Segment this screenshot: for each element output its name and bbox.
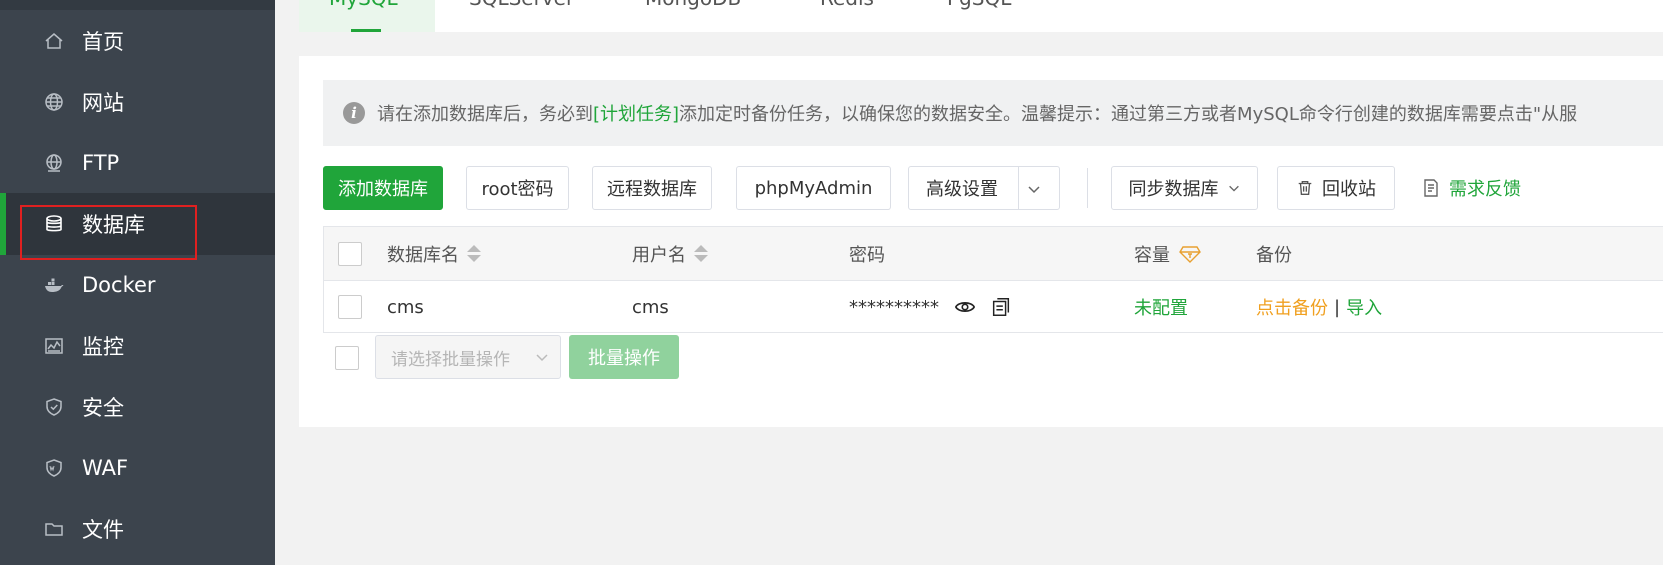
header-db-name-label: 数据库名	[387, 244, 459, 266]
sidebar-item-label: Docker	[82, 273, 156, 297]
sidebar-item-label: 文件	[82, 518, 124, 542]
chevron-down-icon[interactable]	[1026, 181, 1042, 197]
database-panel: i 请在添加数据库后，务必到[计划任务]添加定时备份任务，以确保您的数据安全。温…	[299, 56, 1663, 427]
sidebar-item-waf[interactable]: WAF	[0, 437, 275, 499]
info-icon: i	[343, 102, 365, 124]
monitor-icon	[43, 335, 65, 357]
sidebar-top-edge	[0, 0, 275, 10]
sidebar-item-label: WAF	[82, 456, 129, 480]
sync-database-label: 同步数据库	[1128, 179, 1219, 200]
header-capacity-label: 容量	[1134, 244, 1170, 266]
tab-pgsql[interactable]: PgSQL	[947, 0, 1011, 10]
sidebar: 首页 网站 FTP 数据库 Docker 监控 安全 WAF 文件	[0, 0, 275, 565]
info-alert: i 请在添加数据库后，务必到[计划任务]添加定时备份任务，以确保您的数据安全。温…	[323, 80, 1663, 146]
feedback-note-icon	[1424, 179, 1438, 197]
sidebar-item-label: 首页	[82, 30, 124, 54]
eye-icon[interactable]	[953, 295, 977, 319]
row-checkbox-cell	[338, 281, 362, 333]
header-backup: 备份	[1256, 244, 1292, 266]
root-password-button[interactable]: root密码	[466, 166, 569, 210]
alert-text-suffix: 添加定时备份任务，以确保您的数据安全。温馨提示：通过第三方或者MySQL命令行创…	[679, 104, 1578, 125]
tab-active-underline	[351, 29, 381, 32]
backup-now-link[interactable]: 点击备份	[1256, 294, 1328, 320]
sync-database-button[interactable]: 同步数据库	[1111, 166, 1258, 210]
batch-operation-select[interactable]: 请选择批量操作	[375, 335, 561, 379]
copy-icon[interactable]	[989, 295, 1013, 319]
sidebar-item-home[interactable]: 首页	[0, 10, 275, 72]
sidebar-item-label: 网站	[82, 91, 124, 115]
phpmyadmin-button[interactable]: phpMyAdmin	[736, 166, 891, 210]
header-capacity: 容量	[1134, 227, 1202, 280]
header-password: 密码	[849, 244, 885, 266]
trash-icon	[1298, 181, 1312, 195]
header-username-label: 用户名	[632, 244, 686, 266]
cell-capacity[interactable]: 未配置	[1134, 281, 1188, 333]
shield-icon	[43, 396, 65, 418]
annotation-highlight-box	[20, 205, 197, 260]
sort-icon	[467, 245, 481, 262]
sidebar-item-label: FTP	[82, 151, 120, 175]
folder-icon	[43, 518, 65, 540]
chevron-down-icon	[1228, 185, 1239, 192]
sidebar-item-ftp[interactable]: FTP	[0, 132, 275, 194]
tab-mysql[interactable]: MySQL	[329, 0, 398, 10]
batch-select-checkbox[interactable]	[335, 346, 359, 370]
sidebar-item-security[interactable]: 安全	[0, 376, 275, 438]
schedule-task-link[interactable]: [计划任务]	[593, 104, 679, 125]
feedback-link[interactable]: 需求反馈	[1421, 166, 1521, 210]
masked-password: **********	[849, 296, 939, 318]
batch-select-placeholder: 请选择批量操作	[391, 349, 510, 370]
globe-icon	[43, 91, 65, 113]
alert-text: 请在添加数据库后，务必到[计划任务]添加定时备份任务，以确保您的数据安全。温馨提…	[377, 100, 1577, 126]
row-checkbox[interactable]	[338, 295, 362, 319]
cell-username: cms	[632, 296, 669, 318]
sidebar-item-docker[interactable]: Docker	[0, 254, 275, 316]
home-icon	[43, 30, 65, 52]
toolbar-divider	[1087, 168, 1088, 208]
vip-diamond-icon	[1179, 245, 1201, 263]
remote-database-button[interactable]: 远程数据库	[592, 166, 712, 210]
database-table: 数据库名 用户名 密码 容量 备份 cms cms ********** 未配置…	[323, 226, 1663, 333]
tab-mongodb[interactable]: MongoDB	[645, 0, 741, 10]
docker-icon	[43, 274, 65, 296]
sidebar-item-files[interactable]: 文件	[0, 498, 275, 560]
sidebar-item-monitor[interactable]: 监控	[0, 315, 275, 377]
select-all-checkbox-cell	[338, 227, 362, 280]
cell-db-name: cms	[387, 296, 424, 318]
advanced-settings-button[interactable]: 高级设置	[926, 175, 998, 201]
advanced-settings-split-button: 高级设置	[908, 166, 1060, 210]
header-db-name[interactable]: 数据库名	[387, 227, 481, 280]
table-header: 数据库名 用户名 密码 容量 备份	[324, 227, 1663, 281]
cell-backup: 点击备份 | 导入	[1256, 281, 1382, 333]
waf-shield-icon	[43, 457, 65, 479]
recycle-bin-label: 回收站	[1322, 179, 1376, 200]
tab-redis[interactable]: Redis	[820, 0, 874, 10]
alert-text-prefix: 请在添加数据库后，务必到	[377, 104, 593, 125]
ftp-globe-icon	[43, 152, 65, 174]
sidebar-item-label: 监控	[82, 335, 124, 359]
split-divider	[1018, 167, 1019, 209]
action-separator: |	[1334, 296, 1341, 318]
add-database-button[interactable]: 添加数据库	[323, 166, 443, 210]
header-username[interactable]: 用户名	[632, 227, 708, 280]
recycle-bin-button[interactable]: 回收站	[1277, 166, 1395, 210]
chevron-down-icon	[536, 354, 548, 362]
feedback-label: 需求反馈	[1449, 179, 1521, 200]
tab-sqlserver[interactable]: SQLServer	[469, 0, 574, 10]
table-row: cms cms ********** 未配置 点击备份 | 导入	[324, 281, 1663, 333]
sidebar-item-website[interactable]: 网站	[0, 71, 275, 133]
sidebar-item-label: 安全	[82, 396, 124, 420]
batch-operation-button[interactable]: 批量操作	[569, 335, 679, 379]
import-link[interactable]: 导入	[1346, 294, 1382, 320]
sort-icon	[694, 245, 708, 262]
select-all-checkbox[interactable]	[338, 241, 362, 266]
cell-password: **********	[849, 281, 1013, 333]
db-type-tabs: MySQL SQLServer MongoDB Redis PgSQL	[299, 0, 1663, 32]
